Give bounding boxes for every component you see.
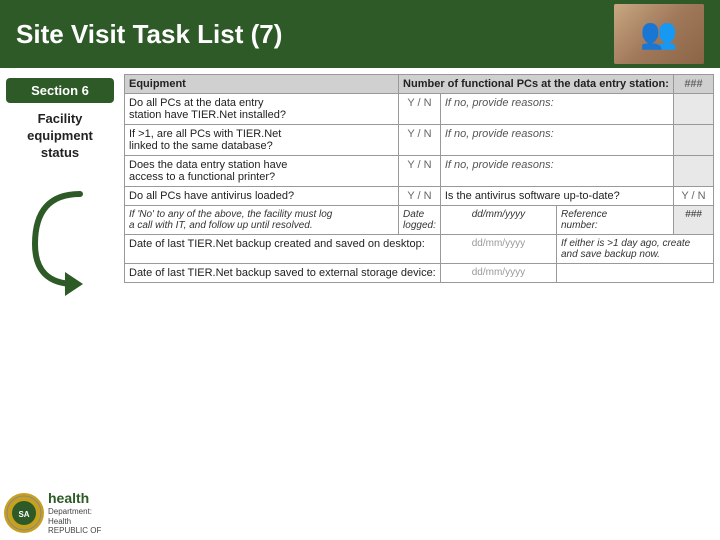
table-row-italic: If 'No' to any of the above, the facilit… [125,206,714,235]
header-photo [614,4,704,64]
footer-health-label: health [48,490,101,507]
ref-number-label: Referencenumber: [557,206,674,235]
form-table: Equipment Number of functional PCs at th… [124,74,714,283]
yn-antivirus[interactable]: Y / N [399,187,441,206]
footer-text: health Department:HealthREPUBLIC OF [48,490,101,536]
question-antivirus: Do all PCs have antivirus loaded? [125,187,399,206]
table-header-row: Equipment Number of functional PCs at th… [125,75,714,94]
reason-value-db [674,125,714,156]
col-equipment: Equipment [125,75,399,94]
backup-note: If either is >1 day ago, createand save … [557,235,714,264]
reason-printer: If no, provide reasons: [440,156,673,187]
section-sublabel: Facilityequipmentstatus [27,111,93,162]
arrow-container [25,184,95,304]
antivirus-uptodate-label: Is the antivirus software up-to-date? [440,187,673,206]
question-same-db: If >1, are all PCs with TIER.Netlinked t… [125,125,399,156]
it-call-instruction: If 'No' to any of the above, the facilit… [125,206,399,235]
yn-printer[interactable]: Y / N [399,156,441,187]
reason-same-db: If no, provide reasons: [440,125,673,156]
backup2-empty [557,264,714,283]
svg-text:SA: SA [18,510,29,519]
yn-same-db[interactable]: Y / N [399,125,441,156]
reason-tier-installed: If no, provide reasons: [440,94,673,125]
section-label: Section 6 [6,78,114,103]
section-sublabel-text: Facilityequipmentstatus [27,111,93,160]
footer-dept: Department:HealthREPUBLIC OF [48,507,101,536]
backup2-date[interactable]: dd/mm/yyyy [440,264,556,283]
yn-antivirus-uptodate[interactable]: Y / N [674,187,714,206]
ref-number-value: ### [674,206,714,235]
table-row: Does the data entry station haveaccess t… [125,156,714,187]
reason-value-printer [674,156,714,187]
page-title: Site Visit Task List (7) [16,19,282,50]
col-number-pcs: Number of functional PCs at the data ent… [399,75,674,94]
table-row-backup1: Date of last TIER.Net backup created and… [125,235,714,264]
table-row: If >1, are all PCs with TIER.Netlinked t… [125,125,714,156]
question-tier-installed: Do all PCs at the data entrystation have… [125,94,399,125]
coat-of-arms-icon: SA [6,495,42,531]
table-row-backup2: Date of last TIER.Net backup saved to ex… [125,264,714,283]
question-printer: Does the data entry station haveaccess t… [125,156,399,187]
page-header: Site Visit Task List (7) [0,0,720,68]
footer-logo: SA [4,493,44,533]
date-logged-label: Date logged: [399,206,441,235]
date-logged-value[interactable]: dd/mm/yyyy [440,206,556,235]
reason-value-tier [674,94,714,125]
footer: SA health Department:HealthREPUBLIC OF [0,486,120,540]
yn-tier-installed[interactable]: Y / N [399,94,441,125]
table-row: Do all PCs at the data entrystation have… [125,94,714,125]
header-image [614,4,704,64]
backup1-label: Date of last TIER.Net backup created and… [125,235,441,264]
col-hash: ### [674,75,714,94]
sidebar: Section 6 Facilityequipmentstatus SA hea… [0,68,120,540]
content-area: Equipment Number of functional PCs at th… [120,68,720,540]
arrow-icon [25,184,95,304]
backup1-date[interactable]: dd/mm/yyyy [440,235,556,264]
table-row: Do all PCs have antivirus loaded? Y / N … [125,187,714,206]
backup2-label: Date of last TIER.Net backup saved to ex… [125,264,441,283]
main-content: Section 6 Facilityequipmentstatus SA hea… [0,68,720,540]
